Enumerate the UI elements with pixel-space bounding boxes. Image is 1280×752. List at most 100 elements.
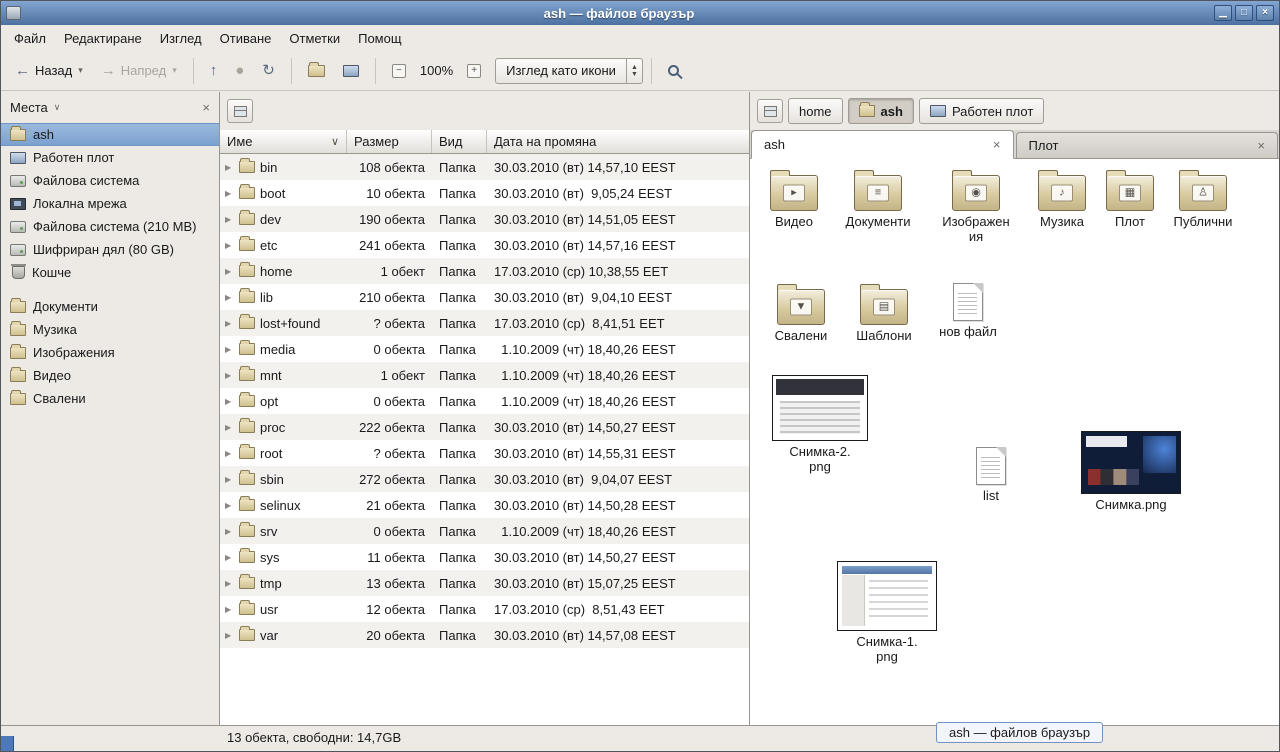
expander-icon[interactable]: ▶ [225, 293, 234, 302]
zoom-in-button[interactable]: + [459, 58, 489, 84]
table-row[interactable]: ▶bin108 обектаПапка30.03.2010 (вт) 14,57… [220, 154, 749, 180]
tab-close-icon[interactable]: × [993, 137, 1001, 152]
expander-icon[interactable]: ▶ [225, 397, 234, 406]
table-row[interactable]: ▶tmp13 обектаПапка30.03.2010 (вт) 15,07,… [220, 570, 749, 596]
icon-item-Свалени[interactable]: ▼Свалени [758, 283, 844, 343]
expander-icon[interactable]: ▶ [225, 579, 234, 588]
column-header-0[interactable]: Име∨ [220, 130, 347, 153]
expander-icon[interactable]: ▶ [225, 319, 234, 328]
location-toggle-button[interactable] [227, 99, 253, 123]
sidebar-item-Кошче[interactable]: Кошче [1, 261, 219, 284]
table-row[interactable]: ▶etc241 обектаПапка30.03.2010 (вт) 14,57… [220, 232, 749, 258]
table-row[interactable]: ▶srv0 обектаПапка 1.10.2009 (чт) 18,40,2… [220, 518, 749, 544]
sidebar-item-Файлова система[interactable]: Файлова система [1, 169, 219, 192]
forward-button[interactable]: → Напред ▾ [93, 57, 185, 84]
maximize-button[interactable]: □ [1235, 5, 1253, 21]
icon-item-Документи[interactable]: ≡Документи [835, 169, 921, 229]
expander-icon[interactable]: ▶ [225, 605, 234, 614]
table-row[interactable]: ▶var20 обектаПапка30.03.2010 (вт) 14,57,… [220, 622, 749, 648]
expander-icon[interactable]: ▶ [225, 189, 234, 198]
sidebar-item-Шифриран дял (80 GB)[interactable]: Шифриран дял (80 GB) [1, 238, 219, 261]
table-row[interactable]: ▶mnt1 обектПапка 1.10.2009 (чт) 18,40,26… [220, 362, 749, 388]
icon-item-Публични[interactable]: ♙Публични [1160, 169, 1246, 229]
table-row[interactable]: ▶proc222 обектаПапка30.03.2010 (вт) 14,5… [220, 414, 749, 440]
table-row[interactable]: ▶selinux21 обектаПапка30.03.2010 (вт) 14… [220, 492, 749, 518]
pathbar-root-button[interactable] [757, 99, 783, 123]
menu-item-5[interactable]: Помощ [349, 27, 410, 50]
sidebar-close-icon[interactable]: × [202, 100, 210, 115]
tab-Плот[interactable]: Плот× [1016, 132, 1279, 158]
icon-item-нов-файл[interactable]: нов файл [925, 281, 1011, 339]
column-header-3[interactable]: Дата на промяна [487, 130, 749, 153]
table-row[interactable]: ▶sys11 обектаПапка30.03.2010 (вт) 14,50,… [220, 544, 749, 570]
tab-ash[interactable]: ash× [751, 130, 1014, 159]
sidebar-item-Изображения[interactable]: Изображения [1, 341, 219, 364]
close-button[interactable]: × [1256, 5, 1274, 21]
path-button-home[interactable]: home [788, 98, 843, 124]
expander-icon[interactable]: ▶ [225, 501, 234, 510]
table-row[interactable]: ▶opt0 обектаПапка 1.10.2009 (чт) 18,40,2… [220, 388, 749, 414]
menu-item-4[interactable]: Отметки [280, 27, 349, 50]
expander-icon[interactable]: ▶ [225, 475, 234, 484]
expander-icon[interactable]: ▶ [225, 163, 234, 172]
computer-button[interactable] [335, 59, 367, 83]
sidebar-item-Свалени[interactable]: Свалени [1, 387, 219, 410]
expander-icon[interactable]: ▶ [225, 241, 234, 250]
reload-button[interactable]: ↻ [254, 57, 283, 84]
table-row[interactable]: ▶root? обектаПапка30.03.2010 (вт) 14,55,… [220, 440, 749, 466]
table-row[interactable]: ▶lost+found? обектаПапка17.03.2010 (ср) … [220, 310, 749, 336]
menu-item-3[interactable]: Отиване [211, 27, 281, 50]
expander-icon[interactable]: ▶ [225, 215, 234, 224]
sidebar-item-Видео[interactable]: Видео [1, 364, 219, 387]
icon-view[interactable]: ▸Видео≡Документи◉Изображен ия♪Музика▦Пло… [750, 159, 1279, 725]
expander-icon[interactable]: ▶ [225, 345, 234, 354]
column-header-2[interactable]: Вид [432, 130, 487, 153]
menu-item-0[interactable]: Файл [5, 27, 55, 50]
tab-close-icon[interactable]: × [1257, 138, 1265, 153]
icon-item-Шаблони[interactable]: ▤Шаблони [841, 283, 927, 343]
sidebar-item-ash[interactable]: ash [1, 123, 219, 146]
table-row[interactable]: ▶dev190 обектаПапка30.03.2010 (вт) 14,51… [220, 206, 749, 232]
sidebar-item-Документи[interactable]: Документи [1, 295, 219, 318]
sidebar-item-Файлова система (210 MB)[interactable]: Файлова система (210 MB) [1, 215, 219, 238]
icon-item-Снимка-1.-png[interactable]: Снимка-1. png [837, 561, 937, 664]
expander-icon[interactable]: ▶ [225, 553, 234, 562]
back-dropdown-icon[interactable]: ▾ [78, 65, 83, 76]
table-row[interactable]: ▶boot10 обектаПапка30.03.2010 (вт) 9,05,… [220, 180, 749, 206]
home-folder-button[interactable] [300, 59, 333, 83]
icon-item-Снимка.png[interactable]: Снимка.png [1081, 431, 1181, 512]
zoom-out-button[interactable]: − [384, 58, 414, 84]
expander-icon[interactable]: ▶ [225, 527, 234, 536]
table-row[interactable]: ▶sbin272 обектаПапка30.03.2010 (вт) 9,04… [220, 466, 749, 492]
table-row[interactable]: ▶usr12 обектаПапка17.03.2010 (ср) 8,51,4… [220, 596, 749, 622]
expander-icon[interactable]: ▶ [225, 631, 234, 640]
titlebar[interactable]: ash — файлов браузър ▁ □ × [1, 1, 1279, 25]
menu-item-2[interactable]: Изглед [151, 27, 211, 50]
taskbar-window-button[interactable]: ash — файлов браузър [936, 722, 1103, 743]
menu-item-1[interactable]: Редактиране [55, 27, 151, 50]
view-mode-spinner-icon[interactable]: ▲▼ [626, 59, 642, 83]
path-button-Работен плот[interactable]: Работен плот [919, 98, 1044, 124]
table-row[interactable]: ▶home1 обектПапка17.03.2010 (ср) 10,38,5… [220, 258, 749, 284]
expander-icon[interactable]: ▶ [225, 449, 234, 458]
icon-item-Изображен-ия[interactable]: ◉Изображен ия [933, 169, 1019, 244]
table-row[interactable]: ▶media0 обектаПапка 1.10.2009 (чт) 18,40… [220, 336, 749, 362]
sidebar-item-Музика[interactable]: Музика [1, 318, 219, 341]
path-button-ash[interactable]: ash [848, 98, 914, 124]
expander-icon[interactable]: ▶ [225, 423, 234, 432]
sidebar-mode-dropdown-icon[interactable]: ∨ [54, 102, 61, 113]
stop-button[interactable]: ● [227, 57, 252, 84]
expander-icon[interactable]: ▶ [225, 371, 234, 380]
back-button[interactable]: ← Назад ▾ [7, 57, 91, 84]
table-row[interactable]: ▶lib210 обектаПапка30.03.2010 (вт) 9,04,… [220, 284, 749, 310]
sidebar-item-Работен плот[interactable]: Работен плот [1, 146, 219, 169]
minimize-button[interactable]: ▁ [1214, 5, 1232, 21]
search-button[interactable] [660, 59, 687, 82]
expander-icon[interactable]: ▶ [225, 267, 234, 276]
icon-item-list[interactable]: list [948, 445, 1034, 503]
column-header-1[interactable]: Размер [347, 130, 432, 153]
icon-item-Видео[interactable]: ▸Видео [751, 169, 837, 229]
sidebar-item-Локална мрежа[interactable]: Локална мрежа [1, 192, 219, 215]
view-mode-combo[interactable]: Изглед като икони ▲▼ [495, 58, 643, 84]
icon-item-Снимка-2.-png[interactable]: Снимка-2. png [772, 375, 868, 474]
